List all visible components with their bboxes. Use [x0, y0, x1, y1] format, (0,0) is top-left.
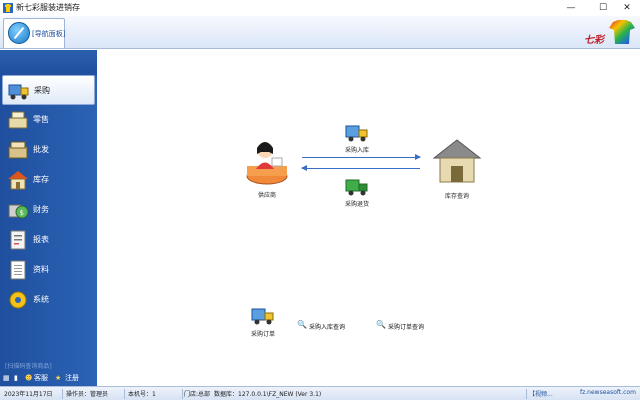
purchase-order-link[interactable]: 采购订单	[247, 306, 279, 340]
cash-register-icon	[8, 111, 28, 129]
purchase-return-arrow	[301, 165, 420, 171]
star-icon[interactable]: ★	[55, 372, 61, 384]
status-video-link[interactable]: 【视频...	[529, 389, 553, 398]
supplier-label: 供应商	[257, 192, 276, 199]
warehouse-icon	[8, 171, 28, 190]
sidebar-item-purchase[interactable]: 采购	[2, 75, 95, 105]
arrow-left-icon	[301, 165, 307, 171]
sidebar-item-label: 批发	[33, 145, 49, 154]
status-database: 数据库：127.0.0.1\FZ_NEW (Ver 3.1)	[214, 391, 322, 398]
sidebar-item-retail[interactable]: 零售	[2, 105, 95, 135]
warehouse-icon	[432, 139, 482, 183]
status-separator	[182, 389, 183, 399]
title-bar: 新七彩服装进销存 — ☐ ✕	[0, 0, 640, 16]
sidebar-item-finance[interactable]: $ 财务	[2, 195, 95, 225]
status-separator	[62, 389, 63, 399]
app-window: 新七彩服装进销存 — ☐ ✕ [导航面板] 七彩 采购 零售 批发 库存 $ 财…	[0, 0, 640, 400]
supplier-node[interactable]: 供应商	[245, 136, 289, 199]
gear-icon	[9, 291, 27, 309]
nav-panel-button[interactable]: [导航面板]	[3, 18, 65, 48]
green-truck-icon	[345, 179, 368, 196]
status-store: 门店:总部	[184, 391, 211, 398]
brand-text: 七彩	[584, 35, 604, 46]
register-link[interactable]: 注册	[65, 372, 79, 384]
compass-icon	[8, 22, 30, 44]
sidebar-header	[0, 50, 97, 75]
sidebar-item-wholesale[interactable]: 批发	[2, 135, 95, 165]
warehouse-label: 库存查询	[444, 193, 469, 200]
service-icon[interactable]: ☻	[25, 372, 32, 384]
window-title: 新七彩服装进销存	[16, 3, 80, 12]
status-operator: 操作员：管理员	[66, 391, 109, 398]
status-website-link[interactable]: fz.newseasoft.com	[580, 389, 636, 396]
status-date: 2023年11月17日	[4, 391, 53, 398]
finance-icon: $	[8, 204, 29, 219]
magnifier-icon: 🔍	[376, 320, 386, 329]
calculator-icon[interactable]: ▦	[3, 372, 10, 384]
arrow-right-icon	[415, 154, 421, 160]
truck-icon	[251, 308, 274, 325]
purchase-in-query-label: 采购入库查询	[309, 324, 346, 331]
maximize-button[interactable]: ☐	[590, 0, 616, 16]
sidebar-item-label: 报表	[33, 235, 49, 244]
sidebar-toolbar: ▦ ▮ ☻ 客服 ★ 注册	[3, 372, 95, 384]
sidebar-item-reports[interactable]: 报表	[2, 225, 95, 255]
magnifier-icon: 🔍	[297, 320, 307, 329]
sidebar-item-label: 资料	[33, 265, 49, 274]
truck-icon	[8, 84, 29, 100]
service-link[interactable]: 客服	[34, 372, 48, 384]
purchase-in-arrow	[302, 154, 421, 160]
report-icon	[10, 230, 26, 250]
barcode-hint: [扫描码查询商品]	[5, 363, 52, 370]
notebook-icon[interactable]: ▮	[14, 372, 18, 384]
purchase-in-label: 采购入库	[344, 147, 369, 154]
status-bar: 2023年11月17日 操作员：管理员 本机号：1 门店:总部 数据库：127.…	[0, 386, 640, 400]
sidebar-item-label: 库存	[33, 175, 49, 184]
warehouse-node[interactable]: 库存查询	[432, 138, 482, 200]
sidebar-item-label: 财务	[33, 205, 49, 214]
sidebar-item-label: 零售	[33, 115, 49, 124]
purchase-return-node[interactable]: 采购退货	[337, 177, 377, 209]
rainbow-shirt-icon	[609, 20, 635, 44]
brand-logo: 七彩	[582, 18, 638, 48]
app-shirt-icon	[3, 3, 13, 13]
minimize-button[interactable]: —	[558, 0, 584, 16]
nav-panel-label: [导航面板]	[32, 30, 66, 38]
supplier-icon	[246, 142, 288, 185]
nav-bar: [导航面板]	[0, 16, 640, 49]
sidebar-item-label: 采购	[34, 86, 50, 95]
main-workspace: 供应商 采购入库 采购退货 库存查询 采购订单 🔍 采购入库查询 🔍 采购订单查…	[97, 50, 640, 386]
purchase-in-node[interactable]: 采购入库	[337, 123, 377, 155]
sidebar: 采购 零售 批发 库存 $ 财务 报表 资料 系统 [扫描码查询商品] ▦ ▮ …	[0, 50, 97, 386]
sidebar-item-inventory[interactable]: 库存	[2, 165, 95, 195]
status-separator	[124, 389, 125, 399]
wholesale-icon	[8, 141, 28, 159]
purchase-order-query-link[interactable]: 🔍 采购订单查询	[376, 320, 436, 332]
purchase-in-query-link[interactable]: 🔍 采购入库查询	[297, 320, 357, 332]
document-icon	[10, 260, 26, 280]
truck-icon	[345, 125, 368, 142]
status-separator	[526, 389, 527, 399]
close-button[interactable]: ✕	[614, 0, 640, 16]
status-machine: 本机号：1	[128, 391, 156, 398]
purchase-order-label: 采购订单	[250, 331, 275, 338]
sidebar-item-label: 系统	[33, 295, 49, 304]
sidebar-item-data[interactable]: 资料	[2, 255, 95, 285]
purchase-return-label: 采购退货	[344, 201, 369, 208]
sidebar-item-system[interactable]: 系统	[2, 285, 95, 315]
svg-text:$: $	[20, 209, 24, 217]
purchase-order-query-label: 采购订单查询	[388, 324, 425, 331]
